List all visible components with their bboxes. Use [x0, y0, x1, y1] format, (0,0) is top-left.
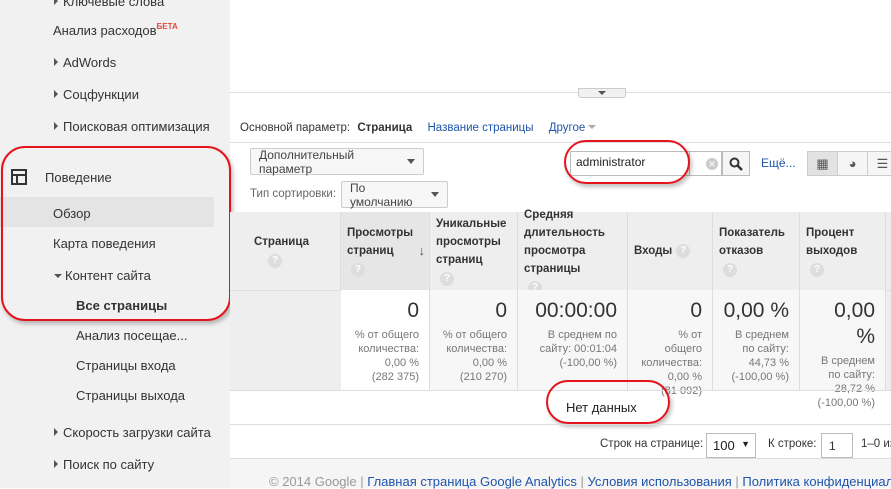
- total-entrances: 0% от общего количества: 0,00 % (81 092): [628, 290, 713, 397]
- header-label: Уникальные просмотры страниц: [436, 218, 507, 266]
- total-avg-time: 00:00:00 В среднем по сайту: 00:01:04 (-100…: [518, 290, 628, 390]
- go-to-row-input[interactable]: 1: [821, 433, 853, 458]
- collapse-chart-button[interactable]: [578, 88, 626, 98]
- nav-site-speed[interactable]: Скорость загрузки сайта: [54, 425, 211, 440]
- highlight-annotation: [564, 140, 690, 184]
- header-avg-time[interactable]: Средняя длительность просмотра страницы?: [518, 209, 628, 295]
- nav-cost-analysis[interactable]: Анализ расходовБЕТА: [53, 22, 178, 38]
- go-to-row-label: К строке:: [768, 438, 817, 450]
- beta-badge: БЕТА: [156, 22, 178, 31]
- nav-label: Анализ расходов: [53, 23, 157, 38]
- total-pageviews: 0% от общего количества: 0,00 % (282 375): [341, 290, 430, 390]
- sort-desc-icon: ↓: [418, 243, 426, 258]
- primary-dimension-label: Основной параметр:: [240, 122, 351, 134]
- dimension-page[interactable]: Страница: [357, 122, 412, 134]
- nav-site-search[interactable]: Поиск по сайту: [54, 457, 154, 472]
- chevron-down-icon: [407, 159, 415, 164]
- header-label: Процент выходов: [806, 227, 858, 257]
- search-icon: [729, 157, 743, 171]
- copyright: © 2014 Google: [269, 474, 357, 489]
- nav-landing-pages[interactable]: Страницы входа: [76, 358, 176, 373]
- help-icon[interactable]: ?: [268, 254, 282, 268]
- nav-label: Поисковая оптимизация: [63, 119, 210, 134]
- divider: [230, 142, 891, 143]
- chevron-down-icon: [598, 91, 606, 95]
- total-exit-rate: 0,00 % В среднем по сайту: 28,72 % (-100,00 …: [800, 290, 886, 409]
- expand-icon: [54, 428, 58, 436]
- dropdown-label: По умолчанию: [350, 180, 413, 209]
- table-view-button[interactable]: ▦: [807, 151, 838, 176]
- nav-label: Ключевые слова: [63, 0, 165, 9]
- header-label: Просмотры страниц: [347, 227, 414, 257]
- footer-link-terms[interactable]: Условия использования: [587, 474, 731, 489]
- header-label: Показатель отказов: [719, 227, 785, 257]
- primary-dimension-bar: Основной параметр: Страница Название стр…: [240, 122, 597, 134]
- performance-view-button[interactable]: ☰: [867, 151, 891, 176]
- header-label: Страница: [254, 236, 309, 248]
- expand-icon: [54, 460, 58, 468]
- bar-list-icon: ☰: [876, 155, 889, 171]
- nav-seo[interactable]: Поисковая оптимизация: [54, 119, 210, 134]
- divider: [230, 92, 891, 93]
- total-unique-pageviews: 0% от общего количества: 0,00 % (210 270): [430, 290, 518, 390]
- pie-chart-icon: ◕: [848, 156, 857, 171]
- header-pageviews[interactable]: Просмотры страниц ↓?: [341, 212, 430, 290]
- help-icon[interactable]: ?: [440, 272, 454, 286]
- dimension-page-title[interactable]: Название страницы: [428, 122, 534, 134]
- nav-content-drilldown[interactable]: Анализ посещае...: [76, 328, 188, 343]
- highlight-annotation: [1, 146, 231, 321]
- help-icon[interactable]: ?: [351, 263, 365, 277]
- header-page[interactable]: Страница?: [248, 212, 341, 290]
- chevron-down-icon: [588, 125, 597, 129]
- total-bounce-rate: 0,00 % В среднем по сайту: 44,73 % (-100,00 …: [713, 290, 800, 390]
- clear-icon: ✕: [706, 158, 718, 170]
- footer: © 2014 Google | Главная страница Google …: [269, 474, 891, 489]
- nav-label: Соцфункции: [63, 87, 139, 102]
- chevron-down-icon: ▼: [741, 439, 750, 449]
- expand-icon: [54, 90, 58, 98]
- header-entrances[interactable]: Входы?: [628, 212, 713, 290]
- nav-label: Поиск по сайту: [63, 457, 155, 472]
- nav-exit-pages[interactable]: Страницы выхода: [76, 388, 185, 403]
- clear-search-button[interactable]: ✕: [690, 151, 722, 176]
- nav-label: Скорость загрузки сайта: [63, 425, 211, 440]
- pie-view-button[interactable]: ◕: [837, 151, 868, 176]
- rows-per-page-select[interactable]: 100 ▼: [706, 433, 756, 458]
- rows-per-page-label: Строк на странице:: [600, 438, 704, 450]
- header-unique-pageviews[interactable]: Уникальные просмотры страниц?: [430, 212, 518, 290]
- nav-label: AdWords: [63, 55, 117, 70]
- nav-adwords[interactable]: AdWords: [54, 55, 116, 70]
- help-icon[interactable]: ?: [676, 244, 691, 258]
- search-button[interactable]: [722, 151, 750, 176]
- header-label: Входы: [634, 245, 673, 257]
- select-value: 100: [713, 438, 735, 453]
- chevron-down-icon: [431, 192, 439, 197]
- expand-icon: [54, 58, 58, 66]
- row-range: 1–0 из: [861, 438, 891, 450]
- secondary-dimension-dropdown[interactable]: Дополнительный параметр: [250, 147, 424, 176]
- footer-link-privacy[interactable]: Политика конфиденциальности: [742, 474, 891, 489]
- nav-social[interactable]: Соцфункции: [54, 87, 139, 102]
- dimension-other[interactable]: Другое: [549, 122, 586, 134]
- sort-type-dropdown[interactable]: По умолчанию: [341, 180, 448, 209]
- help-icon[interactable]: ?: [810, 263, 824, 277]
- highlight-annotation: [546, 380, 670, 424]
- advanced-search-link[interactable]: Ещё...: [761, 156, 796, 170]
- help-icon[interactable]: ?: [723, 263, 737, 277]
- header-exit-rate[interactable]: Процент выходов?: [800, 212, 886, 290]
- divider: [230, 424, 891, 425]
- header-label: Средняя длительность просмотра страницы: [524, 209, 605, 275]
- expand-icon: [54, 122, 58, 130]
- header-bounce-rate[interactable]: Показатель отказов?: [713, 212, 800, 290]
- sort-type-label: Тип сортировки:: [250, 188, 337, 200]
- dropdown-label: Дополнительный параметр: [259, 147, 355, 176]
- footer-link-home[interactable]: Главная страница Google Analytics: [367, 474, 577, 489]
- nav-keywords[interactable]: Ключевые слова: [54, 0, 164, 9]
- grid-icon: ▦: [816, 155, 829, 171]
